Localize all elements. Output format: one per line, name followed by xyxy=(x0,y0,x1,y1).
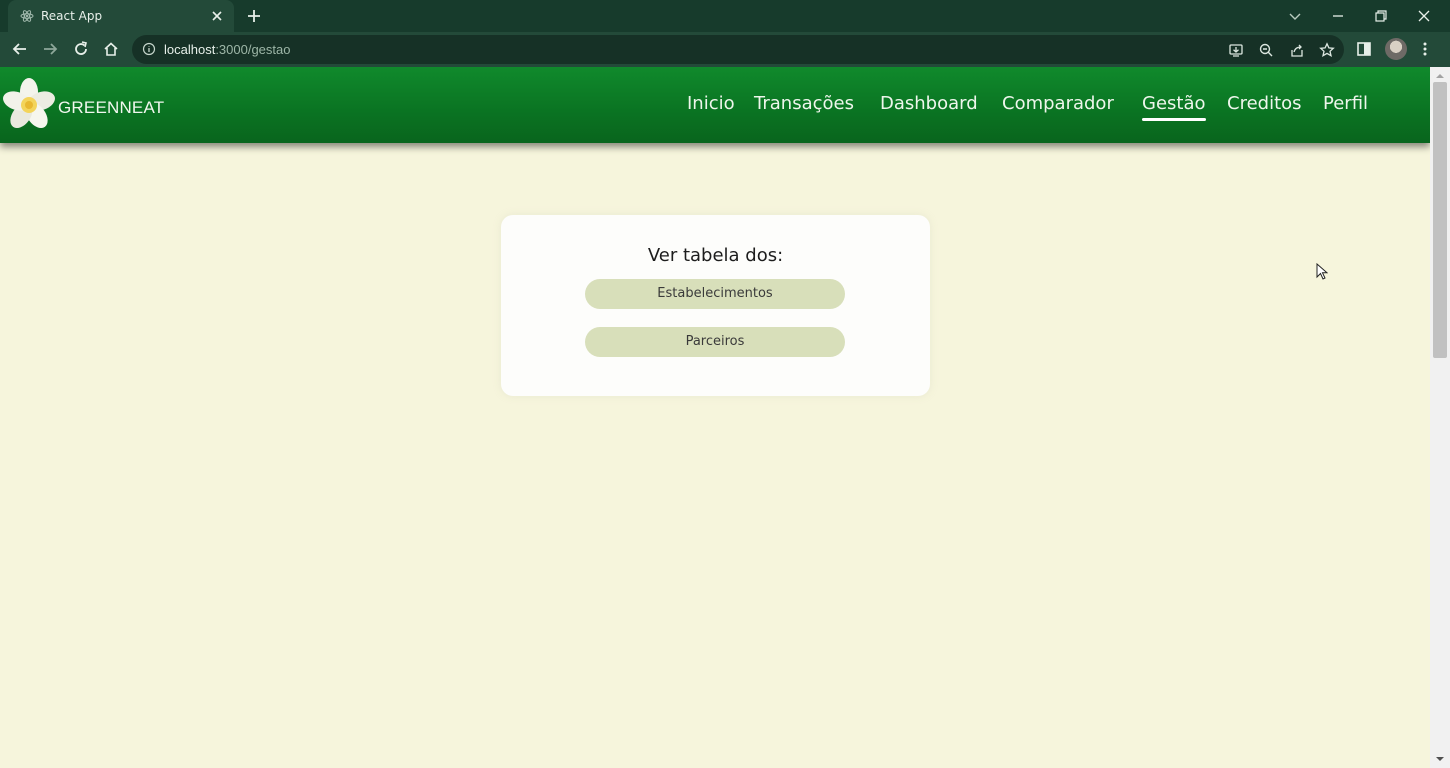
nav-gestao[interactable]: Gestão xyxy=(1142,93,1206,121)
scroll-up-icon[interactable] xyxy=(1435,71,1445,81)
share-icon[interactable] xyxy=(1289,42,1305,58)
nav-inicio[interactable]: Inicio xyxy=(687,93,735,114)
plus-icon[interactable] xyxy=(244,6,264,26)
restore-icon[interactable] xyxy=(1371,6,1391,26)
tab-title: React App xyxy=(41,9,103,23)
window-close-icon[interactable] xyxy=(1414,6,1434,26)
nav-perfil[interactable]: Perfil xyxy=(1323,93,1368,114)
tab-strip: React App xyxy=(0,0,1450,32)
avatar[interactable] xyxy=(1385,38,1407,60)
react-favicon-icon xyxy=(20,10,34,22)
page-viewport: GREENNEAT Inicio Transações Dashboard Co… xyxy=(0,67,1450,768)
nav-comparador[interactable]: Comparador xyxy=(1002,93,1114,114)
nav-dashboard[interactable]: Dashboard xyxy=(880,93,978,114)
app-navbar: GREENNEAT Inicio Transações Dashboard Co… xyxy=(0,67,1430,143)
tab-search-icon[interactable] xyxy=(1285,6,1305,26)
star-icon[interactable] xyxy=(1319,42,1335,58)
back-icon[interactable] xyxy=(11,40,29,58)
card-title: Ver tabela dos: xyxy=(647,245,784,266)
flower-logo-icon[interactable] xyxy=(3,77,55,131)
browser-tab[interactable]: React App xyxy=(8,0,234,32)
nav-transacoes[interactable]: Transações xyxy=(754,93,854,114)
brand-name[interactable]: GREENNEAT xyxy=(58,98,164,118)
scroll-down-icon[interactable] xyxy=(1435,754,1445,764)
table-selector-card: Ver tabela dos: Estabelecimentos Parceir… xyxy=(501,215,930,396)
close-icon[interactable] xyxy=(208,7,226,25)
sidepanel-icon[interactable] xyxy=(1355,40,1373,58)
vertical-scrollbar[interactable] xyxy=(1430,67,1450,768)
scrollbar-thumb[interactable] xyxy=(1433,82,1447,358)
address-bar[interactable]: localhost:3000/gestao xyxy=(132,35,1344,64)
info-icon[interactable] xyxy=(142,42,156,56)
minimize-icon[interactable] xyxy=(1328,6,1348,26)
forward-icon[interactable] xyxy=(41,40,59,58)
url-path: :3000/gestao xyxy=(215,42,291,57)
browser-toolbar: localhost:3000/gestao xyxy=(0,32,1450,67)
menu-icon[interactable] xyxy=(1416,40,1434,58)
reload-icon[interactable] xyxy=(72,40,90,58)
zoom-icon[interactable] xyxy=(1258,42,1274,58)
estabelecimentos-button[interactable]: Estabelecimentos xyxy=(585,279,845,309)
mouse-cursor-icon xyxy=(1316,263,1328,280)
url-text: localhost:3000/gestao xyxy=(164,42,291,57)
nav-creditos[interactable]: Creditos xyxy=(1227,93,1302,114)
home-icon[interactable] xyxy=(102,40,120,58)
parceiros-button[interactable]: Parceiros xyxy=(585,327,845,357)
url-host: localhost xyxy=(164,42,216,57)
install-icon[interactable] xyxy=(1228,42,1244,58)
